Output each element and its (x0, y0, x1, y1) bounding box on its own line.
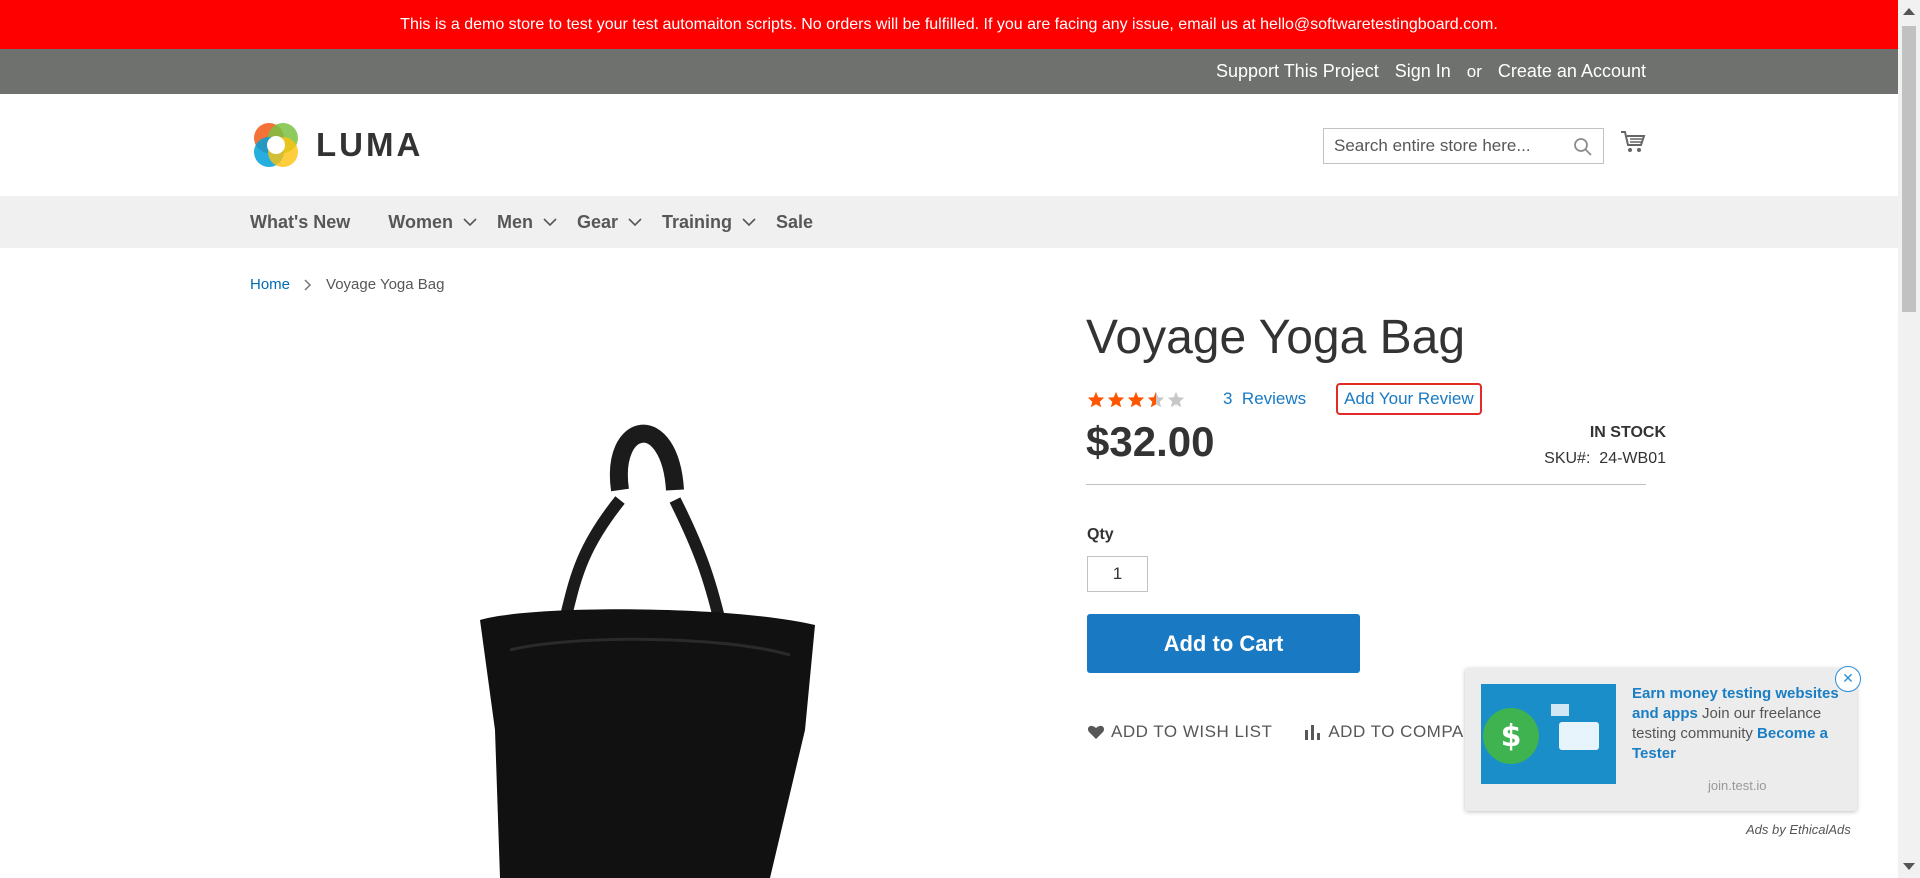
product-actions: Add to Wish List Add to Compare (1087, 722, 1488, 742)
reviews-link[interactable]: 3 Reviews (1223, 389, 1306, 409)
add-to-compare-link[interactable]: Add to Compare (1304, 722, 1488, 742)
nav-item-men[interactable]: Men (497, 212, 557, 233)
nav-label: Gear (576, 211, 618, 232)
star-full-icon (1087, 391, 1105, 407)
divider (1086, 484, 1646, 485)
add-to-cart-button[interactable]: Add to Cart (1087, 614, 1360, 673)
ad-illustration-icon: $ (1483, 704, 1599, 764)
top-links: Support This Project Sign In or Create a… (1216, 49, 1646, 94)
chevron-right-icon (304, 278, 312, 291)
qty-input[interactable] (1087, 556, 1148, 592)
rating-row: 3 Reviews Add Your Review (1087, 383, 1482, 415)
svg-text:$: $ (1501, 719, 1522, 754)
header: LUMA (0, 94, 1898, 196)
reviews-label: Reviews (1241, 389, 1307, 408)
nav-label: Women (388, 211, 453, 232)
nav-label: What's New (250, 211, 351, 232)
create-account-link[interactable]: Create an Account (1498, 61, 1646, 82)
nav-item-gear[interactable]: Gear (577, 212, 642, 233)
nav-label: Men (496, 211, 533, 232)
ad-image[interactable]: $ (1481, 684, 1616, 784)
chevron-down-icon (742, 217, 756, 226)
star-full-icon (1127, 391, 1145, 407)
search-input[interactable] (1324, 130, 1574, 162)
rating-stars (1087, 391, 1185, 408)
star-half-icon (1147, 391, 1165, 407)
nav-item-women[interactable]: Women (388, 212, 477, 233)
nav-item-training[interactable]: Training (662, 212, 756, 233)
cart-icon[interactable] (1620, 130, 1646, 154)
chevron-down-icon (628, 217, 642, 226)
nav-item-whats-new[interactable]: What's New (250, 212, 350, 233)
search-box (1323, 128, 1604, 164)
product-image[interactable] (470, 410, 820, 878)
reviews-count: 3 (1223, 389, 1233, 408)
nav-label: Sale (776, 211, 814, 232)
ad-domain: join.test.io (1708, 778, 1767, 793)
sku-label: SKU#: (1544, 450, 1591, 467)
chevron-down-icon (463, 217, 477, 226)
ad-text: Earn money testing websites and apps Joi… (1632, 684, 1842, 764)
product-price: $32.00 (1086, 418, 1215, 465)
search-icon[interactable] (1573, 137, 1593, 157)
ad-footer[interactable]: Ads by EthicalAds (1746, 822, 1851, 837)
sign-in-link[interactable]: Sign In (1395, 61, 1451, 82)
sku-value: 24-WB01 (1599, 450, 1666, 467)
or-text: or (1466, 61, 1482, 81)
nav-label: Training (662, 211, 733, 232)
stock-status: IN STOCK (1589, 424, 1666, 441)
chevron-down-icon (543, 217, 557, 226)
support-link[interactable]: Support This Project (1216, 61, 1379, 82)
ad-popup[interactable]: ✕ $ Earn money testing websites and apps… (1465, 666, 1861, 811)
logo[interactable]: LUMA (250, 119, 423, 171)
scroll-thumb[interactable] (1902, 26, 1916, 312)
nav-item-sale[interactable]: Sale (776, 212, 813, 233)
scroll-down-arrow-icon[interactable] (1903, 863, 1915, 870)
nav-items: What's New Women Men Gear Training Sale (250, 196, 833, 248)
top-bar: Support This Project Sign In or Create a… (0, 49, 1898, 94)
scroll-up-arrow-icon[interactable] (1903, 8, 1915, 15)
sku: SKU#: 24-WB01 (1544, 450, 1666, 468)
demo-banner-text: This is a demo store to test your test a… (400, 15, 1498, 33)
breadcrumb-current: Voyage Yoga Bag (326, 276, 445, 293)
breadcrumb-home[interactable]: Home (250, 276, 290, 293)
heart-icon (1087, 725, 1105, 739)
star-empty-icon (1167, 391, 1185, 407)
scrollbar[interactable] (1898, 0, 1920, 878)
product-title: Voyage Yoga Bag (1086, 311, 1466, 364)
star-full-icon (1107, 391, 1125, 407)
add-review-link[interactable]: Add Your Review (1336, 383, 1482, 415)
add-to-wishlist-link[interactable]: Add to Wish List (1087, 722, 1272, 742)
compare-icon (1305, 725, 1321, 740)
wishlist-label: Add to Wish List (1111, 722, 1273, 741)
logo-text: LUMA (316, 126, 424, 163)
breadcrumb: Home Voyage Yoga Bag (250, 276, 444, 293)
demo-banner: This is a demo store to test your test a… (0, 0, 1898, 49)
qty-label: Qty (1087, 526, 1114, 543)
luma-logo-icon (254, 123, 298, 167)
main-nav: What's New Women Men Gear Training Sale (0, 196, 1898, 248)
